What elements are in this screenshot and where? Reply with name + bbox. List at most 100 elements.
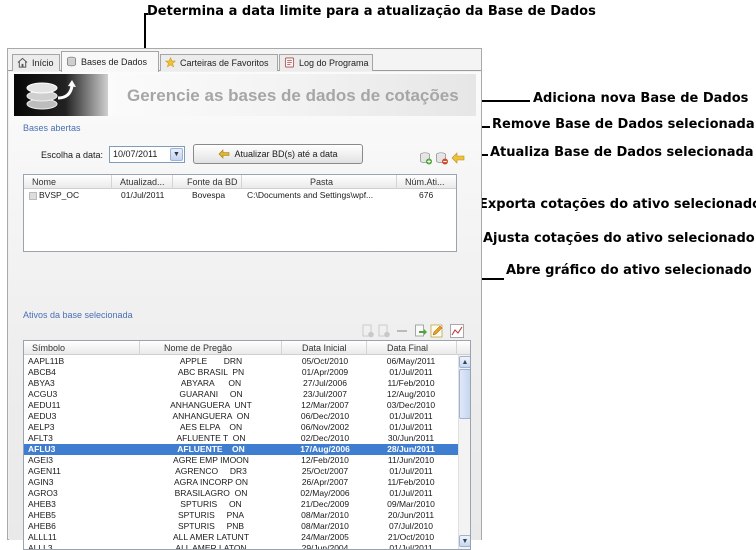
table-cell: AGRO3: [28, 488, 58, 498]
scroll-thumb[interactable]: [459, 369, 470, 419]
add-asset-icon[interactable]: [361, 324, 375, 338]
table-cell: 08/Mar/2010: [301, 510, 349, 520]
col-simbolo[interactable]: Símbolo: [24, 341, 140, 355]
remove-database-icon[interactable]: [435, 151, 449, 165]
col-fonte[interactable]: Fonte da BD: [173, 175, 242, 189]
star-icon: [165, 57, 176, 68]
table-cell: AHEB6: [28, 521, 56, 531]
table-cell: 24/Mar/2005: [301, 532, 349, 542]
table-row[interactable]: AEDU11 ANHANGUERA UNT 12/Mar/2007 03/Dec/20…: [24, 400, 458, 411]
col-data-final[interactable]: Data Final: [367, 341, 457, 355]
table-cell: AHEB5: [28, 510, 56, 520]
application-window: Início Bases de Dados Carteiras de Favor…: [7, 48, 482, 550]
table-row[interactable]: AHEB3 SPTURIS ON 21/Dec/2009 09/Mar/2010: [24, 499, 458, 510]
table-row[interactable]: AHEB5 SPTURIS PNA 08/Mar/2010 20/Jun/2011: [24, 510, 458, 521]
table-cell: AGEN11: [28, 466, 61, 476]
refresh-database-icon[interactable]: [451, 151, 465, 165]
table-cell: ACGU3: [28, 389, 58, 399]
table-cell: ALL AMER LATUNT: [172, 532, 250, 542]
bases-table-header: Nome Atualizad... Fonte da BD Pasta Núm.…: [24, 175, 456, 189]
table-cell: ALLL11: [28, 532, 57, 542]
callout-exporta: Exporta cotações do ativo selecionado: [479, 197, 756, 212]
table-cell: AFLT3: [28, 433, 53, 443]
tab-log-programa[interactable]: Log do Programa: [279, 54, 373, 71]
table-cell: 20/Jun/2011: [387, 510, 435, 520]
table-cell: AAPL11B: [28, 356, 65, 366]
table-cell: 01/Jul/2011: [389, 422, 433, 432]
scroll-up-icon[interactable]: ▲: [459, 356, 470, 368]
table-cell: 21/Dec/2009: [300, 499, 350, 509]
table-cell: AELP3: [28, 422, 55, 432]
table-cell: 28/Jun/2011: [387, 444, 435, 454]
table-cell: SPTURIS PNA: [177, 510, 245, 520]
table-row[interactable]: AGEN11 AGRENCO DR3 25/Oct/2007 01/Jul/2011: [24, 466, 458, 477]
table-cell: 23/Jul/2007: [303, 389, 347, 399]
app-logo: [14, 74, 108, 116]
table-row[interactable]: AFLU3 AFLUENTE ON 17/Aug/2006 28/Jun/2011: [24, 444, 458, 455]
table-cell: 26/Apr/2007: [301, 477, 349, 487]
table-row[interactable]: BVSP_OC 01/Jul/2011 Bovespa C:\Documents…: [24, 190, 456, 201]
table-cell: AGRA INCORP ON: [174, 477, 248, 487]
table-cell: SPTURIS ON: [180, 499, 242, 509]
export-icon[interactable]: [414, 324, 428, 338]
table-cell: AHEB3: [28, 499, 56, 509]
database-row-icon: [29, 192, 37, 200]
table-row[interactable]: ABCB4 ABC BRASIL PN 01/Apr/2009 01/Jul/2011: [24, 367, 458, 378]
table-row[interactable]: AHEB6 SPTURIS PNB 08/Mar/2010 07/Jul/2010: [24, 521, 458, 532]
chart-icon[interactable]: [450, 324, 464, 338]
link-icon[interactable]: [395, 324, 409, 338]
table-cell: AFLUENTE ON: [177, 444, 245, 454]
assets-scrollbar[interactable]: ▲ ▼: [458, 355, 470, 549]
date-label: Escolha a data:: [41, 150, 104, 160]
table-row[interactable]: ACGU3 GUARANI ON 23/Jul/2007 12/Aug/2010: [24, 389, 458, 400]
col-nome[interactable]: Nome: [24, 175, 112, 189]
tab-inicio[interactable]: Início: [12, 54, 60, 71]
section-ativos: Ativos da base selecionada: [23, 310, 133, 320]
table-cell: AEDU11: [28, 400, 61, 410]
remove-asset-icon[interactable]: [377, 324, 391, 338]
col-nome-pregao[interactable]: Nome de Pregão: [140, 341, 282, 355]
col-num-ativos[interactable]: Núm.Ati...: [397, 175, 456, 189]
table-cell: AGRENCO DR3: [175, 466, 247, 476]
bases-table: Nome Atualizad... Fonte da BD Pasta Núm.…: [23, 174, 457, 252]
tab-carteiras-favoritos[interactable]: Carteiras de Favoritos: [160, 54, 278, 71]
table-cell: AGRE EMP IMOON: [173, 455, 249, 465]
table-row[interactable]: AGEI3 AGRE EMP IMOON 12/Feb/2010 11/Jun/201…: [24, 455, 458, 466]
date-picker[interactable]: 10/07/2011 ▼: [109, 146, 185, 163]
assets-table: Símbolo Nome de Pregão Data Inicial Data…: [23, 340, 471, 550]
table-cell: 12/Feb/2010: [301, 455, 349, 465]
table-cell: 21/Oct/2010: [387, 532, 435, 542]
table-cell: APPLE DRN: [179, 356, 243, 366]
table-cell: 06/Dec/2010: [300, 411, 350, 421]
tab-bar: Início Bases de Dados Carteiras de Favor…: [8, 49, 481, 72]
table-row[interactable]: ABYA3 ABYARA ON 27/Jul/2006 11/Feb/2010: [24, 378, 458, 389]
add-database-icon[interactable]: [419, 151, 433, 165]
table-row[interactable]: AGIN3 AGRA INCORP ON 26/Apr/2007 11/Feb/201…: [24, 477, 458, 488]
callout-ajusta: Ajusta cotações do ativo selecionado: [483, 231, 755, 246]
col-pasta[interactable]: Pasta: [242, 175, 397, 189]
table-cell: 01/Apr/2009: [301, 367, 349, 377]
table-cell: ABCB4: [28, 367, 56, 377]
table-row[interactable]: ALLL11 ALL AMER LATUNT 24/Mar/2005 21/Oct/2…: [24, 532, 458, 543]
chevron-down-icon[interactable]: ▼: [170, 148, 183, 161]
update-databases-button[interactable]: Atualizar BD(s) até a data: [193, 144, 363, 164]
table-row[interactable]: AFLT3 AFLUENTE T ON 02/Dec/2010 30/Jun/2011: [24, 433, 458, 444]
tab-bases-de-dados[interactable]: Bases de Dados: [61, 51, 159, 72]
edit-pencil-icon[interactable]: [430, 324, 444, 338]
update-icon: [219, 149, 230, 159]
table-cell: 11/Feb/2010: [387, 477, 435, 487]
table-cell: AGEI3: [28, 455, 54, 465]
table-row[interactable]: AELP3 AES ELPA ON 06/Nov/2002 01/Jul/2011: [24, 422, 458, 433]
table-cell: 02/May/2006: [300, 488, 350, 498]
table-row[interactable]: AGRO3 BRASILAGRO ON 02/May/2006 01/Jul/2011: [24, 488, 458, 499]
table-cell: 08/Mar/2010: [301, 521, 349, 531]
col-data-inicial[interactable]: Data Inicial: [282, 341, 367, 355]
table-row[interactable]: AEDU3 ANHANGUERA ON 06/Dec/2010 01/Jul/2011: [24, 411, 458, 422]
scroll-down-icon[interactable]: ▼: [459, 535, 470, 547]
table-row[interactable]: AAPL11B APPLE DRN 05/Oct/2010 06/May/2011: [24, 356, 458, 367]
callout-atualiza: Atualiza Base de Dados selecionada: [490, 145, 754, 160]
col-atualizada[interactable]: Atualizad...: [112, 175, 173, 189]
table-cell: AES ELPA ON: [179, 422, 243, 432]
table-cell: 25/Oct/2007: [301, 466, 349, 476]
table-cell: 09/Mar/2010: [387, 499, 435, 509]
